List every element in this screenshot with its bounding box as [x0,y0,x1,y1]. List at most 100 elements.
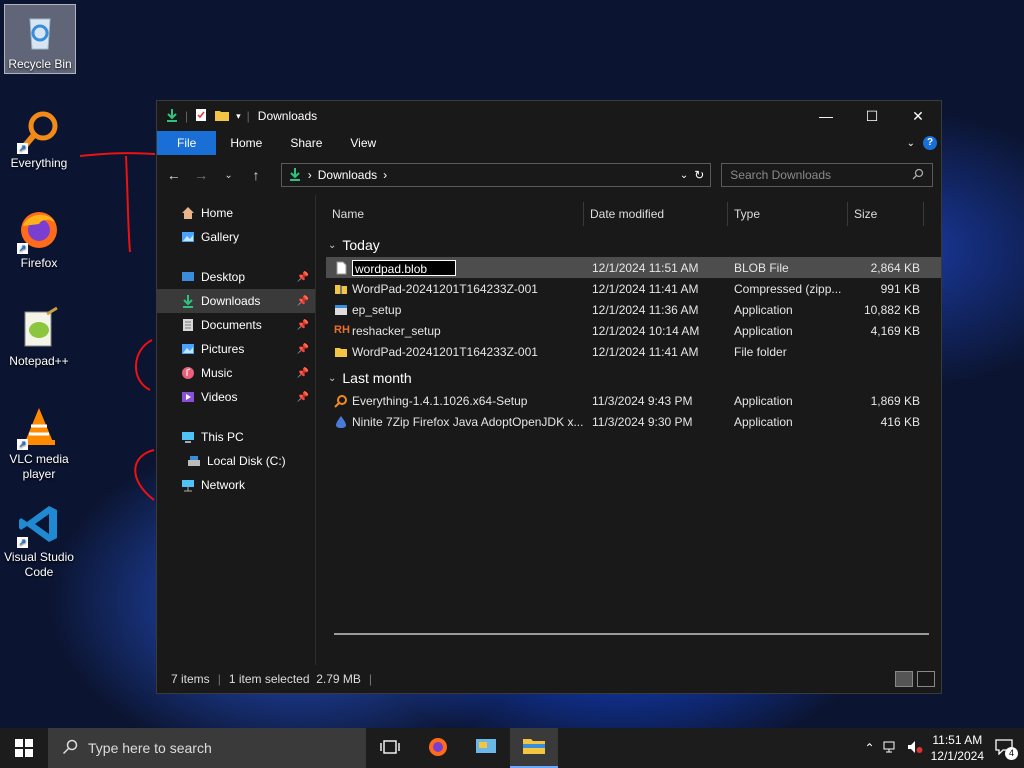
file-name: WordPad-20241201T164233Z-001 [352,281,538,296]
clock-date: 12/1/2024 [930,749,984,763]
file-row[interactable]: WordPad-20241201T164233Z-001 12/1/2024 1… [326,278,941,299]
address-bar[interactable]: › Downloads › ⌄ ↻ [280,163,712,187]
tab-file[interactable]: File [157,131,217,155]
control-panel-icon [475,737,497,760]
nav-item-desktop[interactable]: Desktop 📌 [157,265,315,289]
close-button[interactable]: ✕ [895,101,941,131]
breadcrumb-downloads[interactable]: Downloads [318,168,377,182]
music-icon [181,366,195,380]
start-button[interactable] [0,728,48,768]
file-type: File folder [734,344,787,359]
downloads-icon [181,294,195,308]
file-row[interactable]: Everything-1.4.1.1026.x64-Setup 11/3/202… [326,390,941,411]
file-list: Name Date modified Type Size ⌄ Today word… [316,195,941,665]
chevron-down-icon: ⌄ [328,239,337,251]
vscode-icon: ↗ [17,502,61,548]
chevron-right-icon[interactable]: › [383,168,387,182]
file-row[interactable]: Ninite 7Zip Firefox Java AdoptOpenJDK x.… [326,411,941,432]
task-view-button[interactable] [366,728,414,768]
nav-item-documents[interactable]: Documents 📌 [157,313,315,337]
nav-item-pictures[interactable]: Pictures 📌 [157,337,315,361]
back-button[interactable]: ← [165,167,182,183]
nav-item-videos[interactable]: Videos 📌 [157,385,315,409]
file-row[interactable]: WordPad-20241201T164233Z-001 12/1/2024 1… [326,341,941,362]
status-bar: 7 items | 1 item selected 2.79 MB | [157,665,941,693]
file-row[interactable]: ep_setup 12/1/2024 11:36 AM Application … [326,299,941,320]
taskbar-file-explorer[interactable] [510,728,558,768]
nav-item-local-disk[interactable]: Local Disk (C:) [157,449,315,473]
customize-toolbar-icon[interactable]: ▾ [236,111,241,122]
minimize-button[interactable]: — [803,101,849,131]
local-disk-icon [187,454,201,468]
properties-icon[interactable] [194,108,208,125]
desktop-icon-notepadpp[interactable]: Notepad++ [4,302,74,369]
nav-item-music[interactable]: Music 📌 [157,361,315,385]
new-folder-icon[interactable] [214,108,230,125]
nav-item-home[interactable]: Home [157,201,315,225]
group-header-today[interactable]: ⌄ Today [326,233,941,257]
column-header-date-modified[interactable]: Date modified [584,202,728,226]
up-button[interactable]: ↑ [247,167,264,183]
file-size: 416 KB [880,414,920,429]
rename-input[interactable]: wordpad.blob [352,259,456,276]
column-header-size[interactable]: Size [848,202,924,226]
group-header-last-month[interactable]: ⌄ Last month [326,366,941,390]
red-annotation-scribble [79,152,156,501]
tab-share[interactable]: Share [276,131,336,155]
notification-count-badge: 4 [1005,747,1018,760]
details-view-button[interactable] [895,671,913,687]
file-row[interactable]: wordpad.blob 12/1/2024 11:51 AM BLOB Fil… [326,257,941,278]
taskbar-clock[interactable]: 11:51 AM 12/1/2024 [931,732,984,764]
desktop-icon-firefox[interactable]: ↗ Firefox [4,204,74,271]
large-icons-view-button[interactable] [917,671,935,687]
file-explorer-icon [522,736,546,759]
nav-item-downloads[interactable]: Downloads 📌 [157,289,315,313]
search-icon [62,739,78,758]
chevron-down-icon: ⌄ [328,372,337,384]
file-size: 4,169 KB [870,323,920,338]
file-size: 1,869 KB [870,393,920,408]
taskbar-firefox[interactable] [414,728,462,768]
nav-item-this-pc[interactable]: This PC [157,425,315,449]
taskbar: Type here to search ⌃ 11:51 AM 12/1/2024… [0,728,1024,768]
column-headers: Name Date modified Type Size [326,199,941,229]
column-header-type[interactable]: Type [728,202,848,226]
search-input[interactable]: Search Downloads [721,163,934,187]
volume-muted-icon[interactable] [907,740,923,757]
help-icon[interactable]: ? [923,136,937,150]
file-row[interactable]: RH reshacker_setup 12/1/2024 10:14 AM App… [326,320,941,341]
forward-button[interactable]: → [192,167,209,183]
action-center-button[interactable]: 4 [992,736,1018,760]
this-pc-icon [181,430,195,444]
refresh-icon[interactable]: ↻ [694,168,704,182]
taskbar-control-panel[interactable] [462,728,510,768]
desktop-icon [181,270,195,284]
desktop-icon-everything[interactable]: ↗ Everything [4,104,74,171]
column-header-name[interactable]: Name [326,202,584,226]
address-dropdown-icon[interactable]: ⌄ [680,170,688,181]
folder-icon [334,345,348,359]
tab-home[interactable]: Home [216,131,276,155]
file-date: 12/1/2024 10:14 AM [592,323,700,338]
maximize-button[interactable]: ☐ [849,101,895,131]
ribbon-tabs: File Home Share View ⌄ ? [157,131,941,155]
recent-locations-button[interactable]: ⌄ [220,170,237,181]
desktop-icon-vscode[interactable]: ↗ Visual Studio Code [4,498,74,580]
firefox-icon: ↗ [17,208,61,254]
horizontal-scrollbar[interactable] [334,633,929,635]
file-type: Application [734,302,793,317]
nav-item-network[interactable]: Network [157,473,315,497]
file-type: Application [734,414,793,429]
nav-item-gallery[interactable]: Gallery [157,225,315,249]
taskbar-search-box[interactable]: Type here to search [48,728,366,768]
window-title: Downloads [257,109,318,123]
expand-ribbon-icon[interactable]: ⌄ [907,138,915,149]
desktop-icon-recycle-bin[interactable]: Recycle Bin [4,4,76,74]
desktop-icon-vlc[interactable]: ↗ VLC media player [4,400,74,482]
downloads-icon [288,167,302,184]
file-name: reshacker_setup [352,323,441,338]
tab-view[interactable]: View [336,131,390,155]
network-status-icon[interactable] [883,740,899,757]
chevron-up-icon[interactable]: ⌃ [865,741,875,755]
pin-icon: 📌 [296,367,309,379]
